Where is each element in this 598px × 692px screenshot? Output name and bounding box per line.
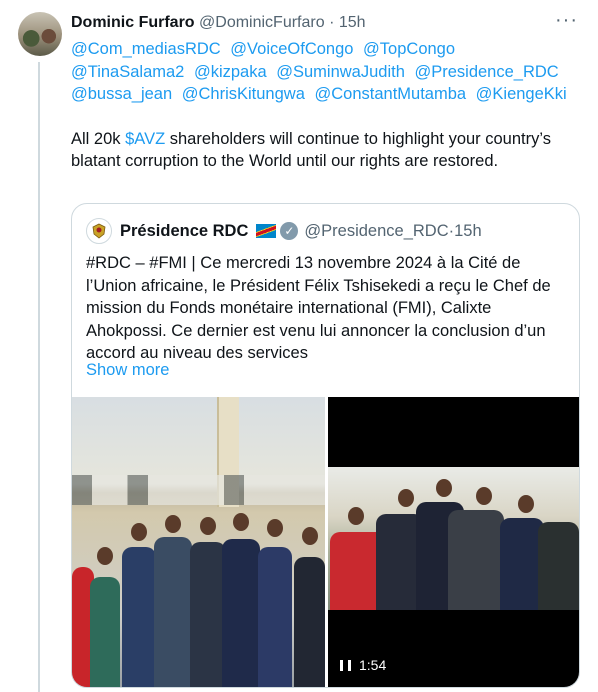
quote-author-name[interactable]: Présidence RDC	[120, 222, 248, 241]
video-duration[interactable]: 1:54	[340, 657, 386, 673]
quote-time: 15h	[454, 221, 482, 240]
tweet-header: Dominic Furfaro @DominicFurfaro · 15h	[71, 12, 581, 34]
coat-of-arms-icon	[92, 223, 106, 239]
cashtag-link[interactable]: $AVZ	[125, 130, 165, 148]
mention-link[interactable]: @TinaSalama2	[71, 63, 184, 81]
mentions: @Com_mediasRDC @VoiceOfCongo @TopCongo @…	[71, 38, 576, 106]
pause-icon[interactable]	[340, 659, 351, 671]
author-handle[interactable]: @DominicFurfaro	[199, 14, 325, 31]
more-options-icon[interactable]: ···	[555, 10, 578, 30]
drc-flag-icon	[256, 224, 277, 238]
mention-link[interactable]: @TopCongo	[363, 40, 455, 58]
quote-header: Présidence RDC ✓ @Presidence_RDC · 15h	[86, 218, 482, 244]
mention-link[interactable]: @ChrisKitungwa	[182, 85, 305, 103]
mention-link[interactable]: @KiengeKki	[476, 85, 567, 103]
author-avatar[interactable]	[18, 12, 62, 56]
tweet-text: All 20k $AVZ shareholders will continue …	[71, 129, 551, 171]
mention-link[interactable]: @bussa_jean	[71, 85, 172, 103]
author-name[interactable]: Dominic Furfaro	[71, 14, 195, 31]
mention-link[interactable]: @kizpaka	[194, 63, 267, 81]
thread-line	[38, 62, 40, 692]
mention-link[interactable]: @Com_mediasRDC	[71, 40, 221, 58]
verified-badge-icon[interactable]: ✓	[280, 222, 299, 240]
tweet-body: @Com_mediasRDC @VoiceOfCongo @TopCongo @…	[71, 38, 576, 173]
mention-link[interactable]: @SuminwaJudith	[276, 63, 405, 81]
tweet-time[interactable]: 15h	[339, 14, 366, 31]
mention-link[interactable]: @ConstantMutamba	[314, 85, 466, 103]
separator: ·	[329, 14, 335, 31]
video-player[interactable]: 1:54	[328, 397, 579, 687]
mention-link[interactable]: @VoiceOfCongo	[230, 40, 353, 58]
video-thumbnail	[328, 467, 579, 610]
show-more-link[interactable]: Show more	[86, 361, 169, 380]
quoted-tweet[interactable]: Présidence RDC ✓ @Presidence_RDC · 15h #…	[71, 203, 580, 688]
mention-link[interactable]: @Presidence_RDC	[414, 63, 558, 81]
quote-author-handle: @Presidence_RDC	[304, 221, 449, 240]
quote-text: #RDC – #FMI | Ce mercredi 13 novembre 20…	[86, 254, 551, 362]
quote-author-avatar[interactable]	[86, 218, 112, 244]
meeting-photo[interactable]	[72, 397, 325, 687]
